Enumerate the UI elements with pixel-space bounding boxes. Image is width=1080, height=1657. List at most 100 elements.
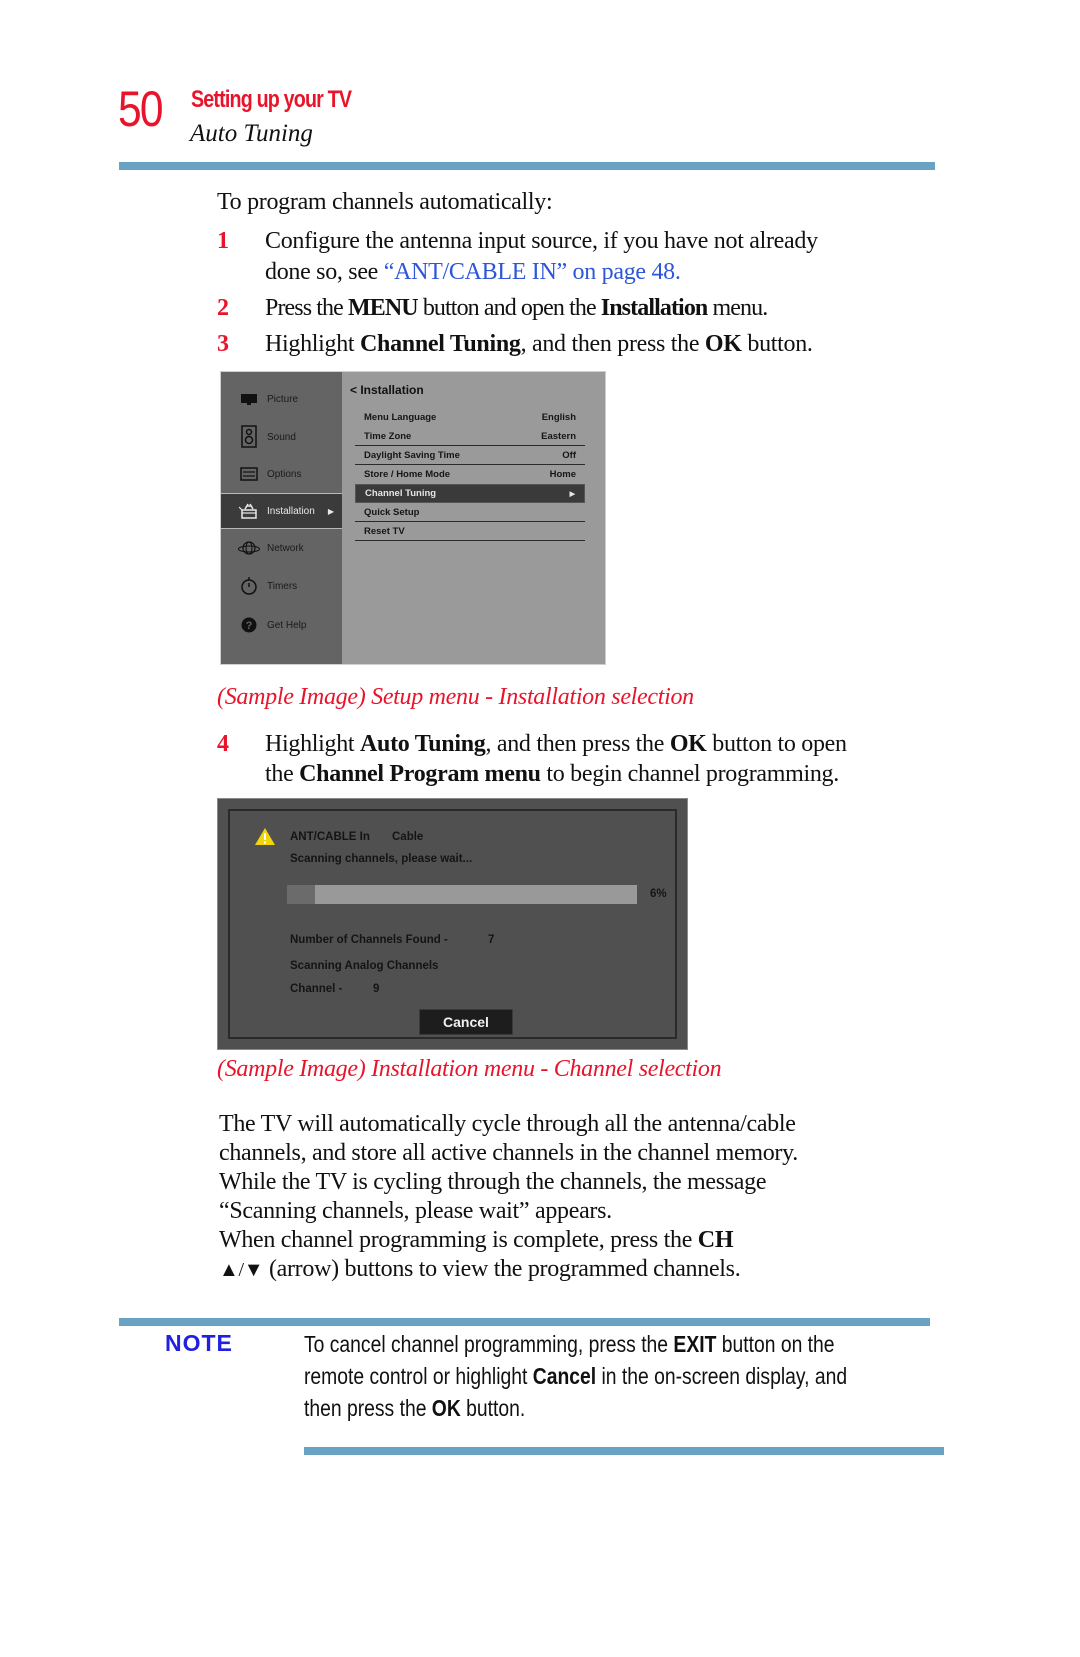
step-number: 1 [217, 228, 229, 254]
step-number: 4 [217, 731, 229, 757]
sidebar-item-picture[interactable]: Picture [221, 381, 342, 417]
chapter-title: Setting up your TV [191, 86, 352, 113]
scan-progress-bar [287, 885, 637, 904]
note-line-1: To cancel channel programming, press the… [304, 1328, 847, 1360]
sidebar-item-sound[interactable]: Sound [221, 419, 342, 455]
svg-text:?: ? [246, 620, 253, 632]
row-label: Menu Language [364, 412, 437, 423]
dialog-frame: ANT/CABLE In Cable Scanning channels, pl… [228, 809, 677, 1039]
paragraph-line-3: While the TV is cycling through the chan… [219, 1169, 767, 1195]
up-down-arrow-icon: ▲/▼ [219, 1259, 264, 1281]
sidebar-item-installation[interactable]: Installation ▶ [221, 493, 342, 529]
step-number: 3 [217, 331, 229, 357]
channels-found-label: Number of Channels Found - [290, 934, 448, 946]
sidebar-item-get-help[interactable]: ? Get Help [221, 607, 342, 643]
step-1-line2: done so, see “ANT/CABLE IN” on page 48. [265, 258, 681, 286]
menu-keyword: MENU [348, 295, 419, 321]
auto-tuning-keyword: Auto Tuning [360, 731, 486, 757]
options-icon [237, 467, 261, 481]
speaker-icon [237, 425, 261, 449]
text: remote control or highlight [304, 1363, 533, 1389]
step-3: 3 [217, 330, 229, 358]
help-icon: ? [237, 617, 261, 633]
sidebar-item-options[interactable]: Options [221, 456, 342, 492]
step-2: 2 [217, 294, 229, 322]
sidebar-item-network[interactable]: Network [221, 530, 342, 566]
installation-keyword: Installation [600, 295, 708, 321]
menu-row-store-home-mode[interactable]: Store / Home Mode Home [355, 465, 585, 484]
text: Highlight [265, 731, 361, 757]
text: (arrow) buttons to view the programmed c… [263, 1256, 741, 1282]
row-label: Channel Tuning [365, 488, 437, 499]
stopwatch-icon [237, 576, 261, 596]
text: the [265, 761, 300, 787]
arrow-right-icon: ▶ [569, 490, 575, 498]
sidebar-item-timers[interactable]: Timers [221, 568, 342, 604]
paragraph-line-2: channels, and store all active channels … [219, 1140, 798, 1166]
menu-row-daylight-saving[interactable]: Daylight Saving Time Off [355, 446, 585, 465]
channel-value: 9 [373, 983, 380, 995]
globe-icon [237, 540, 261, 556]
channels-found-value: 7 [488, 934, 495, 946]
cancel-keyword: Cancel [532, 1363, 597, 1389]
menu-panel-title[interactable]: < Installation [350, 383, 424, 397]
sidebar-label: Sound [267, 431, 296, 443]
text: button. [741, 331, 813, 357]
text: button. [460, 1395, 526, 1421]
sidebar-label: Installation [267, 505, 315, 517]
text: menu. [707, 295, 768, 321]
exit-keyword: EXIT [673, 1331, 717, 1357]
step-number: 2 [217, 295, 229, 321]
menu-sidebar: Picture Sound Options Installation ▶ Net… [221, 372, 342, 664]
step-1-text: done so, see [265, 259, 384, 285]
row-label: Store / Home Mode [364, 469, 451, 480]
note-text: To cancel channel programming, press the… [304, 1328, 847, 1424]
step-3-text: Highlight Channel Tuning, and then press… [265, 330, 813, 358]
note-rule-top [119, 1318, 930, 1326]
channel-label: Channel - [290, 983, 343, 995]
sidebar-label: Picture [267, 393, 299, 405]
tv-icon [237, 393, 261, 406]
note-line-2: remote control or highlight Cancel in th… [304, 1360, 847, 1392]
step-2-text: Press the MENU button and open the Insta… [265, 294, 768, 322]
step-4-line2: the Channel Program menu to begin channe… [265, 760, 839, 788]
menu-row-reset-tv[interactable]: Reset TV [355, 522, 585, 541]
header-rule [119, 162, 935, 170]
paragraph-line-6: ▲/▼ (arrow) buttons to view the programm… [219, 1255, 741, 1284]
row-value: Eastern [541, 430, 576, 442]
step-4: 4 [217, 730, 229, 758]
text: in the on-screen display, and [596, 1363, 848, 1389]
row-value: Off [562, 449, 576, 461]
input-source-value: Cable [392, 831, 424, 843]
input-source-label: ANT/CABLE In [290, 831, 370, 843]
toolbox-icon [237, 503, 261, 519]
caption-setup-menu: (Sample Image) Setup menu - Installation… [217, 684, 694, 710]
scan-progress-fill [287, 885, 315, 904]
menu-row-time-zone[interactable]: Time Zone Eastern [355, 427, 585, 446]
scan-progress-label: 6% [650, 888, 667, 900]
channel-tuning-keyword: Channel Tuning [360, 331, 521, 357]
text: , and then press the [520, 331, 705, 357]
menu-row-channel-tuning[interactable]: Channel Tuning ▶ [355, 484, 585, 503]
note-label: NOTE [165, 1330, 233, 1356]
arrow-right-icon: ▶ [327, 506, 334, 516]
menu-row-menu-language[interactable]: Menu Language English [355, 408, 585, 427]
text: to begin channel programming. [540, 761, 839, 787]
cancel-button[interactable]: Cancel [419, 1009, 513, 1035]
text: To cancel channel programming, press the [304, 1331, 674, 1357]
scan-type: Scanning Analog Channels [290, 960, 439, 972]
row-value: English [541, 412, 576, 423]
paragraph-line-5: When channel programming is complete, pr… [219, 1226, 734, 1254]
text: Highlight [265, 331, 361, 357]
sidebar-label: Get Help [267, 619, 307, 631]
ant-cable-in-link[interactable]: “ANT/CABLE IN” on page 48. [384, 259, 681, 285]
channel-program-keyword: Channel Program menu [299, 761, 541, 787]
step-1: 1 [217, 227, 229, 255]
intro-text: To program channels automatically: [217, 189, 553, 215]
text: button and open the [417, 295, 601, 321]
menu-row-quick-setup[interactable]: Quick Setup [355, 503, 585, 522]
row-label: Reset TV [364, 525, 405, 537]
ok-keyword: OK [669, 731, 707, 757]
sidebar-label: Options [267, 468, 302, 480]
text: , and then press the [485, 731, 670, 757]
